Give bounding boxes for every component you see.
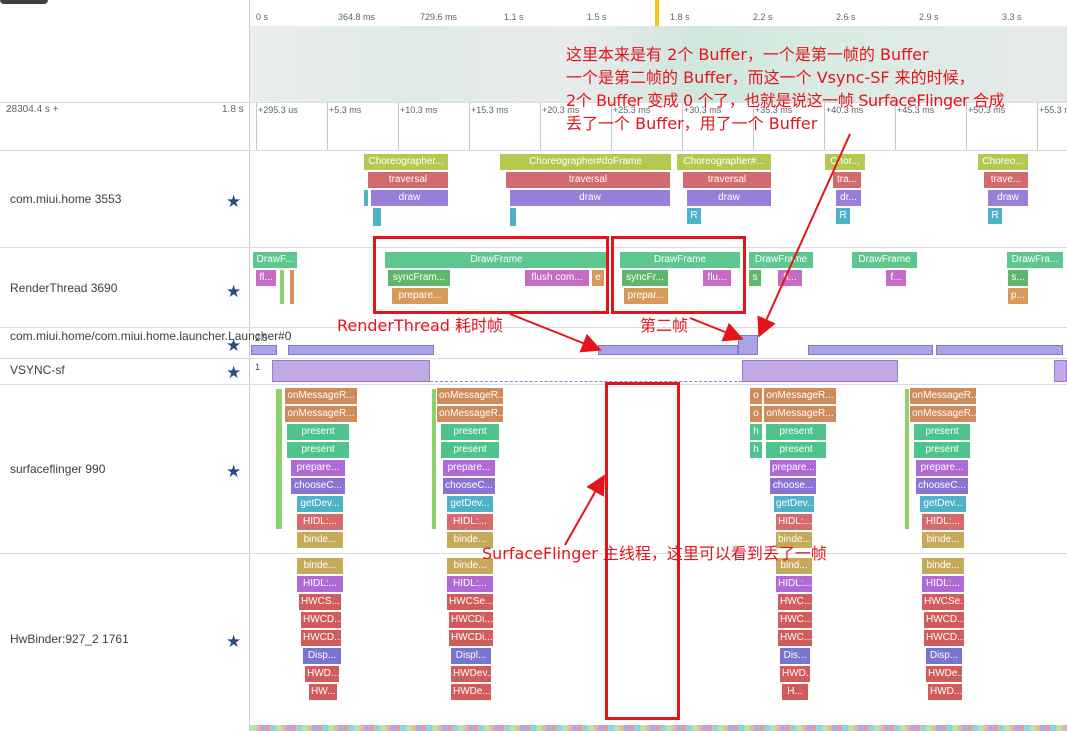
annotation-render-long: RenderThread 耗时帧 [337,316,503,335]
arrow-second-frame [689,317,744,342]
arrow-buffer-note [757,133,851,338]
annotation-line: 一个是第二帧的 Buffer，而这一个 Vsync-SF 来的时候， [566,68,975,87]
annotation-second-frame: 第二帧 [640,316,689,335]
annotation-buffer-note: 这里本来是有 2个 Buffer，一个是第一帧的 Buffer 一个是第二帧的 … [566,43,1005,135]
annotation-line: 丢了一个 Buffer，用了一个 Buffer [566,114,818,133]
arrow-render-long [509,313,602,353]
arrow-sf-note [564,474,605,546]
annotation-line: 2个 Buffer 变成 0 个了，也就是说这一帧 SurfaceFlinger… [566,91,1005,110]
annotation-line: 这里本来是有 2个 Buffer，一个是第一帧的 Buffer [566,45,929,64]
annotation-sf-main: SurfaceFlinger 主线程，这里可以看到丢了一帧 [482,544,827,563]
